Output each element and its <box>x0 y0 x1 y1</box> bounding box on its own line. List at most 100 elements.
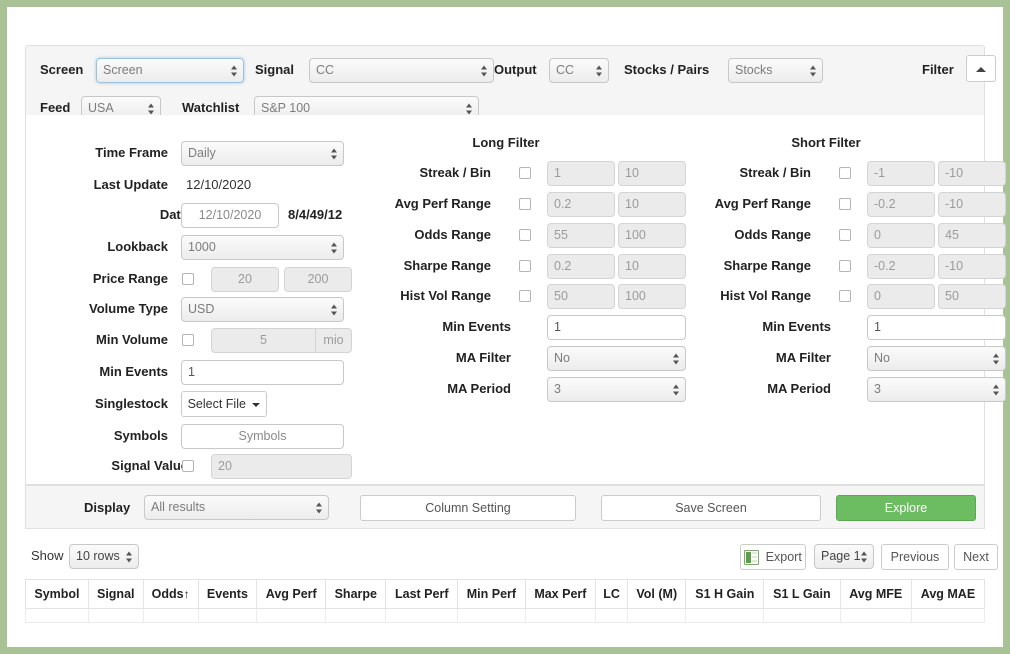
long-sharpe-label: Sharpe Range <box>403 258 491 273</box>
column-setting-button[interactable]: Column Setting <box>360 495 576 521</box>
short-odds-checkbox[interactable] <box>839 229 851 241</box>
lookback-value: 1000 <box>188 240 216 254</box>
col-signal[interactable]: Signal <box>87 579 144 609</box>
select-arrows-icon <box>316 501 323 514</box>
value: 1 <box>554 166 561 180</box>
price-range-min-input[interactable]: 20 <box>211 267 279 292</box>
short-odds-label: Odds Range <box>734 227 811 242</box>
value: 0 <box>874 228 881 242</box>
toolbar-row-primary: Screen Screen Signal CC Output CC Stocks… <box>26 46 996 94</box>
long-sharpe-min[interactable]: 0.2 <box>547 254 615 279</box>
col-max-perf[interactable]: Max Perf <box>524 579 597 609</box>
long-ma-filter-select[interactable]: No <box>547 346 686 371</box>
long-sharpe-max[interactable]: 10 <box>618 254 686 279</box>
signal-value-label: Signal Value <box>111 458 188 473</box>
long-odds-max[interactable]: 100 <box>618 223 686 248</box>
short-streak-bin-max[interactable]: -10 <box>938 161 1006 186</box>
field-volume-type: Volume Type USD <box>26 297 346 325</box>
min-volume-checkbox[interactable] <box>182 334 194 346</box>
short-odds-max[interactable]: 45 <box>938 223 1006 248</box>
long-hist-vol-max[interactable]: 100 <box>618 284 686 309</box>
col-symbol[interactable]: Symbol <box>25 579 89 609</box>
short-odds-min[interactable]: 0 <box>867 223 935 248</box>
output-select[interactable]: CC <box>549 58 609 83</box>
long-avg-perf-max[interactable]: 10 <box>618 192 686 217</box>
long-min-events-input[interactable]: 1 <box>547 315 686 340</box>
long-hist-vol-min[interactable]: 50 <box>547 284 615 309</box>
col-avg-perf[interactable]: Avg Perf <box>256 579 327 609</box>
long-avg-perf-checkbox[interactable] <box>519 198 531 210</box>
col-last-perf[interactable]: Last Perf <box>385 579 459 609</box>
stocks-pairs-select[interactable]: Stocks <box>728 58 823 83</box>
col-lc[interactable]: LC <box>595 579 629 609</box>
col-s1-l-gain[interactable]: S1 L Gain <box>763 579 841 609</box>
min-events-label: Min Events <box>99 364 168 379</box>
select-arrows-icon <box>331 147 338 160</box>
save-screen-label: Save Screen <box>675 501 747 515</box>
long-odds-min[interactable]: 55 <box>547 223 615 248</box>
signal-value-checkbox[interactable] <box>182 460 194 472</box>
results-table: Symbol Signal Odds↑ Events Avg Perf Shar… <box>25 579 986 623</box>
long-avg-perf-min[interactable]: 0.2 <box>547 192 615 217</box>
col-min-perf[interactable]: Min Perf <box>457 579 526 609</box>
long-streak-bin-checkbox[interactable] <box>519 167 531 179</box>
col-sharpe[interactable]: Sharpe <box>325 579 387 609</box>
volume-type-select[interactable]: USD <box>181 297 344 322</box>
col-avg-mfe[interactable]: Avg MFE <box>839 579 912 609</box>
export-button[interactable]: Export <box>740 544 806 570</box>
long-streak-bin-min[interactable]: 1 <box>547 161 615 186</box>
rows-per-page-select[interactable]: 10 rows <box>69 544 139 569</box>
price-range-max-input[interactable]: 200 <box>284 267 352 292</box>
short-sharpe-min[interactable]: -0.2 <box>867 254 935 279</box>
col-events[interactable]: Events <box>197 579 258 609</box>
short-min-events-input[interactable]: 1 <box>867 315 1006 340</box>
short-streak-bin-checkbox[interactable] <box>839 167 851 179</box>
previous-button[interactable]: Previous <box>881 544 949 570</box>
filter-collapse-button[interactable] <box>966 55 996 82</box>
min-volume-input[interactable]: 5 <box>211 328 316 353</box>
time-frame-select[interactable]: Daily <box>181 141 344 166</box>
long-hist-vol-checkbox[interactable] <box>519 290 531 302</box>
symbols-input[interactable]: Symbols <box>181 424 344 449</box>
short-avg-perf-max[interactable]: -10 <box>938 192 1006 217</box>
long-ma-period-select[interactable]: 3 <box>547 377 686 402</box>
last-update-value: 12/10/2020 <box>186 177 252 192</box>
stocks-pairs-label: Stocks / Pairs <box>624 62 710 77</box>
next-button[interactable]: Next <box>954 544 998 570</box>
select-file-button[interactable]: Select File <box>181 391 267 417</box>
short-sharpe-max[interactable]: -10 <box>938 254 1006 279</box>
col-odds[interactable]: Odds↑ <box>142 579 199 609</box>
explore-button[interactable]: Explore <box>836 495 976 521</box>
date-input[interactable]: 12/10/2020 <box>181 203 279 228</box>
short-hist-vol-checkbox[interactable] <box>839 290 851 302</box>
col-s1-h-gain[interactable]: S1 H Gain <box>685 579 765 609</box>
filter-toolbar: Screen Screen Signal CC Output CC Stocks… <box>25 45 996 123</box>
display-select[interactable]: All results <box>144 495 329 520</box>
short-ma-filter-select[interactable]: No <box>867 346 1006 371</box>
long-sharpe-checkbox[interactable] <box>519 260 531 272</box>
short-sharpe-checkbox[interactable] <box>839 260 851 272</box>
min-volume-unit-label: mio <box>323 333 344 347</box>
min-volume-label: Min Volume <box>96 332 168 347</box>
short-avg-perf-min[interactable]: -0.2 <box>867 192 935 217</box>
short-avg-perf-checkbox[interactable] <box>839 198 851 210</box>
price-range-checkbox[interactable] <box>182 273 194 285</box>
col-avg-mae[interactable]: Avg MAE <box>910 579 986 609</box>
signal-select[interactable]: CC <box>309 58 494 83</box>
previous-label: Previous <box>890 550 940 564</box>
lookback-select[interactable]: 1000 <box>181 235 344 260</box>
col-vol-m[interactable]: Vol (M) <box>627 579 687 609</box>
long-odds-checkbox[interactable] <box>519 229 531 241</box>
long-streak-bin-max[interactable]: 10 <box>618 161 686 186</box>
short-ma-period-select[interactable]: 3 <box>867 377 1006 402</box>
short-hist-vol-max[interactable]: 50 <box>938 284 1006 309</box>
signal-value-input[interactable]: 20 <box>211 454 352 479</box>
page-select[interactable]: Page 1 <box>814 544 874 569</box>
screen-select[interactable]: Screen <box>96 58 244 83</box>
short-streak-bin-min[interactable]: -1 <box>867 161 935 186</box>
min-events-input[interactable]: 1 <box>181 360 344 385</box>
signal-value-input-value: 20 <box>218 459 232 473</box>
save-screen-button[interactable]: Save Screen <box>601 495 821 521</box>
value: -10 <box>945 166 964 180</box>
short-hist-vol-min[interactable]: 0 <box>867 284 935 309</box>
